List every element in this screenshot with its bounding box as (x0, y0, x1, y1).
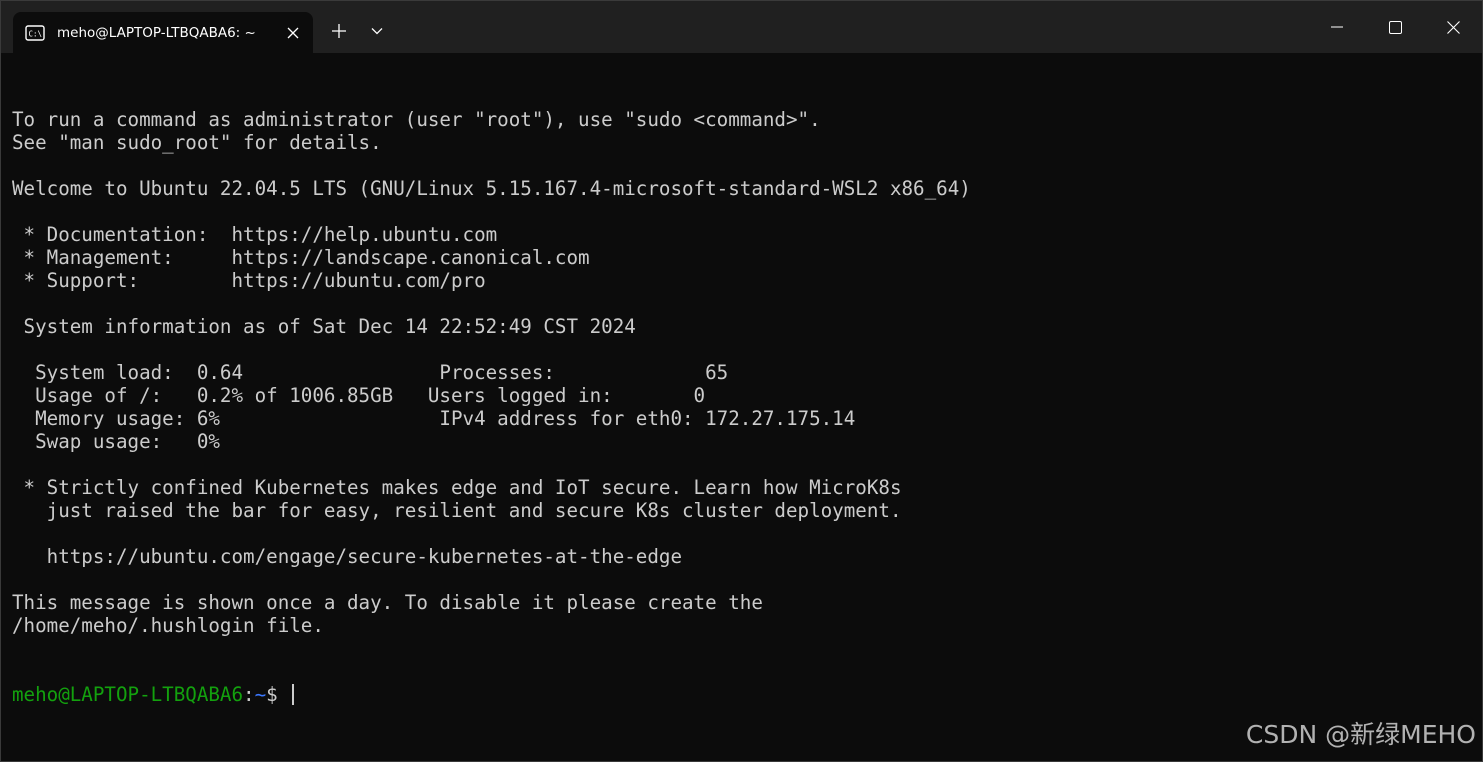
output-line: System information as of Sat Dec 14 22:5… (12, 315, 636, 338)
output-line: Usage of /: 0.2% of 1006.85GB Users logg… (12, 384, 706, 407)
output-line: To run a command as administrator (user … (12, 108, 821, 131)
text-cursor (292, 684, 295, 705)
prompt-colon: : (243, 683, 255, 706)
prompt-symbol: $ (266, 683, 278, 706)
output-line: * Documentation: https://help.ubuntu.com (12, 223, 498, 246)
output-line: This message is shown once a day. To dis… (12, 591, 763, 614)
tab-close-icon[interactable] (279, 19, 307, 47)
prompt-line[interactable]: meho@LAPTOP-LTBQABA6:~$ (12, 683, 1482, 706)
output-lines: To run a command as administrator (user … (12, 108, 1482, 637)
plus-icon[interactable] (323, 15, 355, 47)
output-line: /home/meho/.hushlogin file. (12, 614, 324, 637)
minimize-icon[interactable] (1308, 1, 1366, 53)
prompt-path: ~ (254, 683, 267, 706)
output-line: just raised the bar for easy, resilient … (12, 499, 902, 522)
output-line: * Strictly confined Kubernetes makes edg… (12, 476, 902, 499)
chevron-down-icon[interactable] (361, 15, 393, 47)
output-line: * Management: https://landscape.canonica… (12, 246, 590, 269)
prompt-user-host: meho@LAPTOP-LTBQABA6 (12, 683, 244, 706)
close-icon[interactable] (1424, 1, 1482, 53)
output-line: Welcome to Ubuntu 22.04.5 LTS (GNU/Linux… (12, 177, 971, 200)
tab-title: meho@LAPTOP-LTBQABA6: ~ (57, 24, 256, 41)
terminal-icon: C:\ (25, 24, 45, 41)
output-line: System load: 0.64 Processes: 65 (12, 361, 729, 384)
output-line: https://ubuntu.com/engage/secure-kuberne… (12, 545, 683, 568)
output-line: See "man sudo_root" for details. (12, 131, 382, 154)
watermark: CSDN @新绿MEHO (1245, 720, 1476, 749)
terminal-window: C:\ meho@LAPTOP-LTBQABA6: ~ To run a com… (0, 0, 1483, 762)
title-bar: C:\ meho@LAPTOP-LTBQABA6: ~ (1, 1, 1482, 53)
svg-text:C:\: C:\ (29, 29, 43, 38)
tab-terminal[interactable]: C:\ meho@LAPTOP-LTBQABA6: ~ (13, 12, 313, 53)
output-line: Memory usage: 6% IPv4 address for eth0: … (12, 407, 856, 430)
output-line: Swap usage: 0% (12, 430, 220, 453)
terminal-output[interactable]: To run a command as administrator (user … (12, 62, 1482, 761)
output-line: * Support: https://ubuntu.com/pro (12, 269, 486, 292)
maximize-icon[interactable] (1366, 1, 1424, 53)
